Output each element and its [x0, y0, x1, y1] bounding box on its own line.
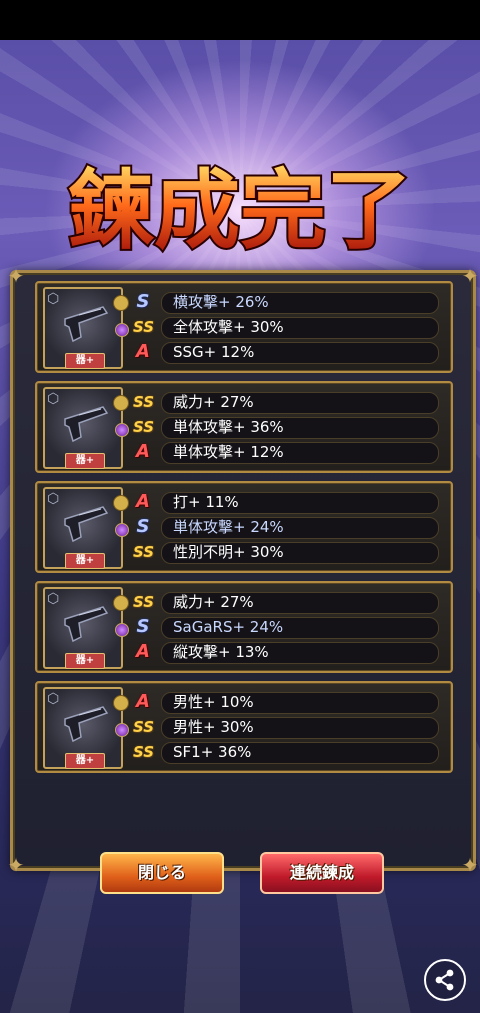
rank-icon: SS — [133, 418, 155, 436]
gold-gem-icon — [113, 395, 129, 411]
stat-row: SS 威力+ 27% — [133, 591, 443, 614]
corner-ornament: ✦ — [461, 853, 479, 877]
stat-row: S 単体攻撃+ 24% — [133, 516, 443, 539]
game-screen: 鍊成完了 ✦ ✦ ✦ ✦ ⬡ 器+ S 横攻撃+ 26% SS 全体攻撃+ 30% A SSG… — [0, 40, 480, 1013]
continue-refine-button[interactable]: 連続鍊成 — [260, 852, 384, 894]
stat-row: A 縦攻撃+ 13% — [133, 641, 443, 664]
gold-gem-icon — [113, 595, 129, 611]
rank-icon: A — [136, 491, 150, 512]
weapon-tag: 器+ — [65, 453, 105, 469]
title-banner: 鍊成完了 — [66, 158, 414, 263]
share-icon — [435, 969, 454, 991]
stat-text: 単体攻撃+ 12% — [173, 443, 284, 461]
rank-icon: SS — [133, 718, 155, 736]
corner-ornament: ✦ — [461, 264, 479, 288]
pistol-icon — [64, 706, 109, 743]
stat-row: SS 男性+ 30% — [133, 716, 443, 739]
stat-text: 男性+ 10% — [173, 693, 254, 711]
weapon-result-card: ⬡ 器+ SS 威力+ 27% SS 単体攻撃+ 36% A 単体攻撃+ 12% — [35, 381, 453, 473]
stat-text: 横攻撃+ 26% — [173, 293, 269, 311]
weapon-result-card: ⬡ 器+ SS 威力+ 27% S SaGaRS+ 24% A 縦攻撃+ 13% — [35, 581, 453, 673]
stat-row: A 打+ 11% — [133, 491, 443, 514]
pistol-icon — [64, 306, 109, 343]
purple-gem-icon — [115, 423, 129, 437]
share-button[interactable] — [424, 959, 466, 1001]
weapon-tag: 器+ — [65, 753, 105, 769]
stat-row: A SSG+ 12% — [133, 341, 443, 364]
rank-icon: SS — [133, 743, 155, 761]
gold-gem-icon — [113, 295, 129, 311]
rank-icon: SS — [133, 393, 155, 411]
pistol-icon — [64, 506, 109, 543]
stat-text: 単体攻撃+ 24% — [173, 518, 284, 536]
gold-gem-icon — [113, 495, 129, 511]
weapon-thumbnail: ⬡ 器+ — [43, 387, 129, 469]
purple-gem-icon — [115, 623, 129, 637]
rank-icon: SS — [133, 593, 155, 611]
weapon-tag: 器+ — [65, 653, 105, 669]
purple-gem-icon — [115, 523, 129, 537]
rank-icon: A — [136, 691, 150, 712]
close-button[interactable]: 閉じる — [100, 852, 224, 894]
purple-gem-icon — [115, 323, 129, 337]
weapon-thumbnail: ⬡ 器+ — [43, 287, 129, 369]
stat-row: SS SF1+ 36% — [133, 741, 443, 764]
weapon-tag: 器+ — [65, 353, 105, 369]
rank-icon: A — [136, 641, 150, 662]
rank-icon: A — [136, 441, 150, 462]
results-panel: ✦ ✦ ✦ ✦ ⬡ 器+ S 横攻撃+ 26% SS 全体攻撃+ 30% A SSG+ 12%… — [8, 265, 479, 876]
stat-text: SF1+ 36% — [173, 743, 252, 761]
stat-text: 全体攻撃+ 30% — [173, 318, 284, 336]
stat-text: SaGaRS+ 24% — [173, 618, 284, 636]
weapon-thumbnail: ⬡ 器+ — [43, 687, 129, 769]
rank-icon: S — [136, 516, 150, 537]
rank-icon: S — [136, 291, 150, 312]
corner-ornament: ✦ — [7, 264, 25, 288]
stat-text: 単体攻撃+ 36% — [173, 418, 284, 436]
stat-row: S SaGaRS+ 24% — [133, 616, 443, 639]
pistol-icon — [64, 606, 109, 643]
stat-row: A 男性+ 10% — [133, 691, 443, 714]
purple-gem-icon — [115, 723, 129, 737]
rank-icon: A — [136, 341, 150, 362]
stat-row: SS 性別不明+ 30% — [133, 541, 443, 564]
corner-ornament: ✦ — [7, 853, 25, 877]
stat-row: A 単体攻撃+ 12% — [133, 441, 443, 464]
rank-icon: SS — [133, 543, 155, 561]
weapon-thumbnail: ⬡ 器+ — [43, 487, 129, 569]
weapon-tag: 器+ — [65, 553, 105, 569]
gold-gem-icon — [113, 695, 129, 711]
stat-text: SSG+ 12% — [173, 343, 255, 361]
weapon-result-card: ⬡ 器+ A 男性+ 10% SS 男性+ 30% SS SF1+ 36% — [35, 681, 453, 773]
stat-row: S 横攻撃+ 26% — [133, 291, 443, 314]
rank-icon: S — [136, 616, 150, 637]
stat-row: SS 単体攻撃+ 36% — [133, 416, 443, 439]
weapon-result-card: ⬡ 器+ S 横攻撃+ 26% SS 全体攻撃+ 30% A SSG+ 12% — [35, 281, 453, 373]
title-text: 鍊成完了 — [68, 160, 412, 261]
weapon-result-card: ⬡ 器+ A 打+ 11% S 単体攻撃+ 24% SS 性別不明+ 30% — [35, 481, 453, 573]
stat-row: SS 全体攻撃+ 30% — [133, 316, 443, 339]
rank-icon: SS — [133, 318, 155, 336]
stat-text: 威力+ 27% — [173, 593, 254, 611]
stat-text: 縦攻撃+ 13% — [173, 643, 269, 661]
stat-row: SS 威力+ 27% — [133, 391, 443, 414]
stat-text: 威力+ 27% — [173, 393, 254, 411]
stat-text: 性別不明+ 30% — [173, 543, 284, 561]
stat-text: 男性+ 30% — [173, 718, 254, 736]
pistol-icon — [64, 406, 109, 443]
weapon-thumbnail: ⬡ 器+ — [43, 587, 129, 669]
stat-text: 打+ 11% — [173, 493, 239, 511]
